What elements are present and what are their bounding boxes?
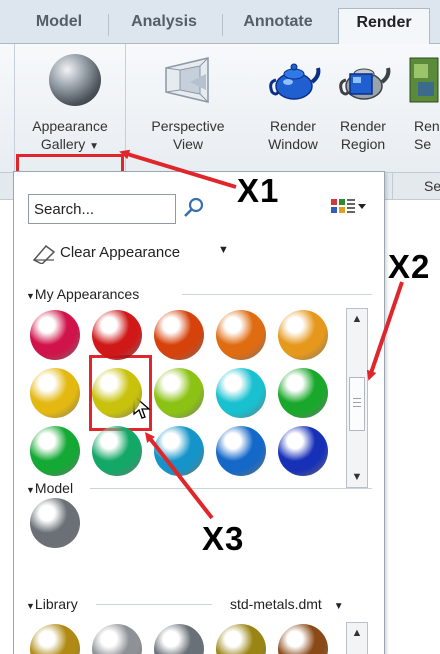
callout-x3: X3 bbox=[202, 520, 245, 557]
arrow-x2 bbox=[366, 281, 404, 381]
callout-x2: X2 bbox=[388, 248, 431, 285]
arrow-x3 bbox=[144, 432, 214, 520]
callout-x1: X1 bbox=[237, 172, 280, 209]
arrow-x1 bbox=[119, 149, 237, 189]
